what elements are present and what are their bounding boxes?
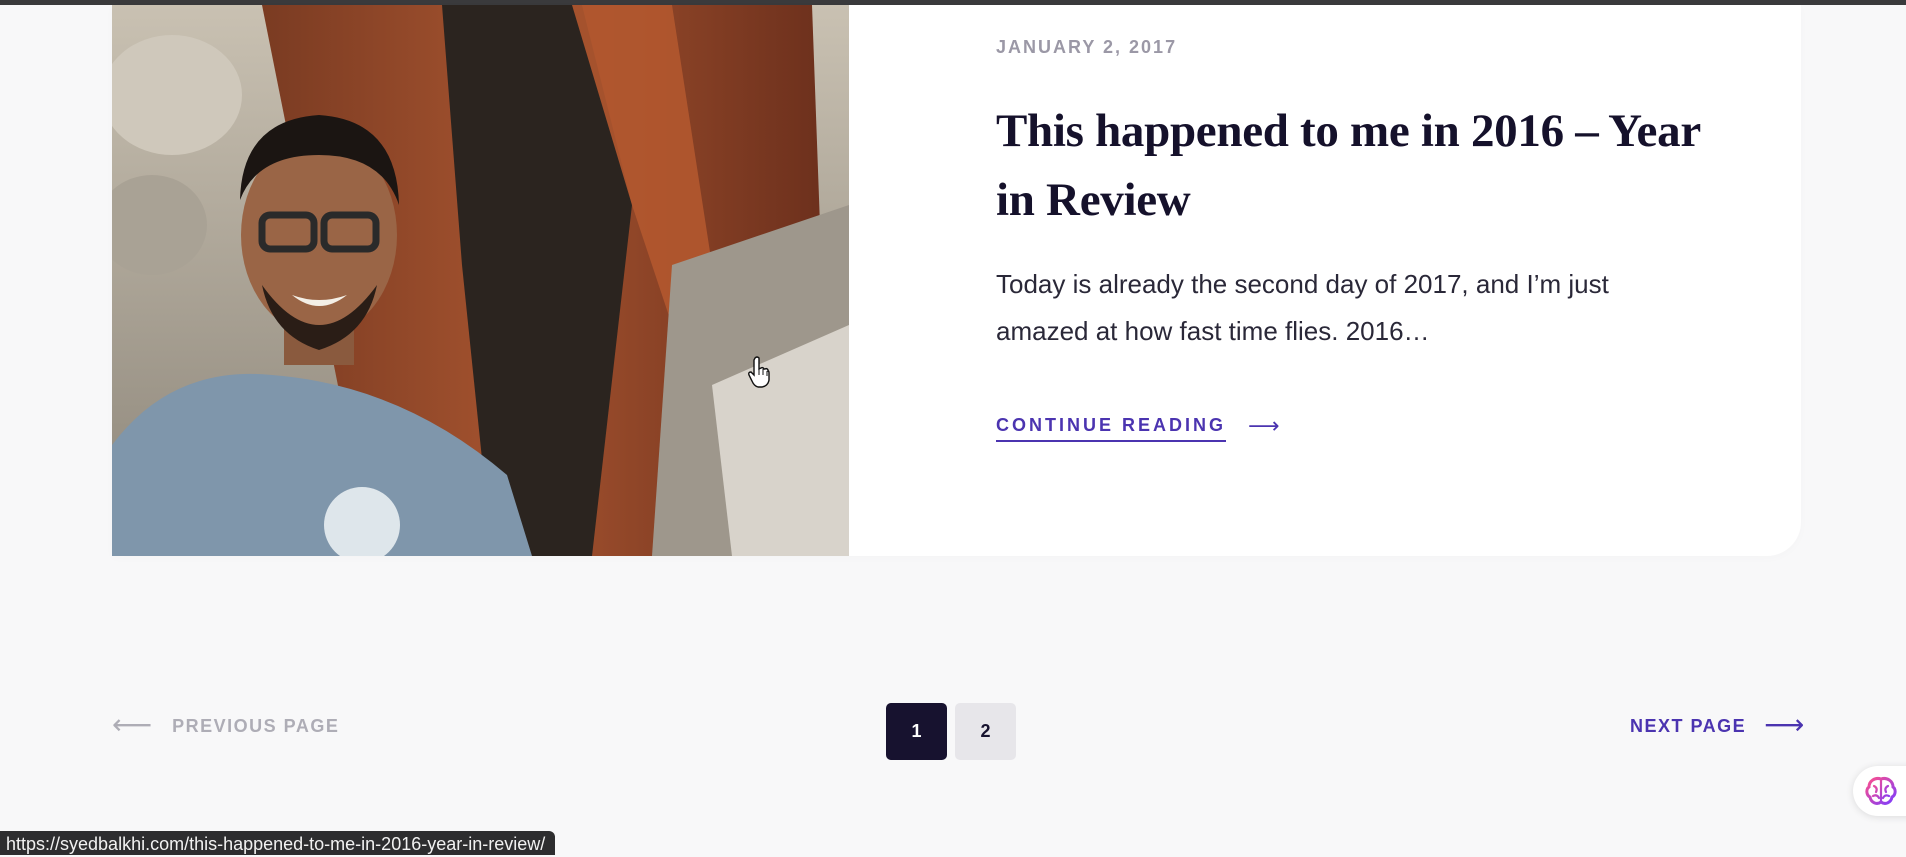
arrow-right-icon: ⟶ xyxy=(1248,414,1280,439)
post-photo-illustration xyxy=(112,5,849,556)
arrow-left-icon: ⟵ xyxy=(112,708,153,741)
previous-page-label: PREVIOUS PAGE xyxy=(172,716,340,736)
hand-pointer-icon xyxy=(748,356,770,388)
page-2-button[interactable]: 2 xyxy=(955,703,1016,760)
link-status-bar: https://syedbalkhi.com/this-happened-to-… xyxy=(0,831,556,855)
post-featured-image[interactable] xyxy=(112,5,849,556)
post-title[interactable]: This happened to me in 2016 – Year in Re… xyxy=(996,97,1736,235)
continue-reading-link[interactable]: CONTINUE READING ⟶ xyxy=(996,414,1280,442)
page-1-button[interactable]: 1 xyxy=(886,703,947,760)
post-excerpt: Today is already the second day of 2017,… xyxy=(996,269,1609,346)
assistant-widget-button[interactable] xyxy=(1853,766,1906,816)
continue-reading-label: CONTINUE READING xyxy=(996,415,1227,442)
brain-icon xyxy=(1865,777,1897,805)
next-page-link[interactable]: NEXT PAGE ⟶ xyxy=(1630,708,1804,741)
arrow-right-icon: ⟶ xyxy=(1764,708,1805,741)
blog-post-card: JANUARY 2, 2017 This happened to me in 2… xyxy=(112,5,1801,556)
pagination: ⟵ PREVIOUS PAGE 1 2 NEXT PAGE ⟶ xyxy=(0,700,1906,762)
post-date: JANUARY 2, 2017 xyxy=(996,37,1178,57)
previous-page-link[interactable]: ⟵ PREVIOUS PAGE xyxy=(112,708,340,741)
next-page-label: NEXT PAGE xyxy=(1630,716,1747,736)
